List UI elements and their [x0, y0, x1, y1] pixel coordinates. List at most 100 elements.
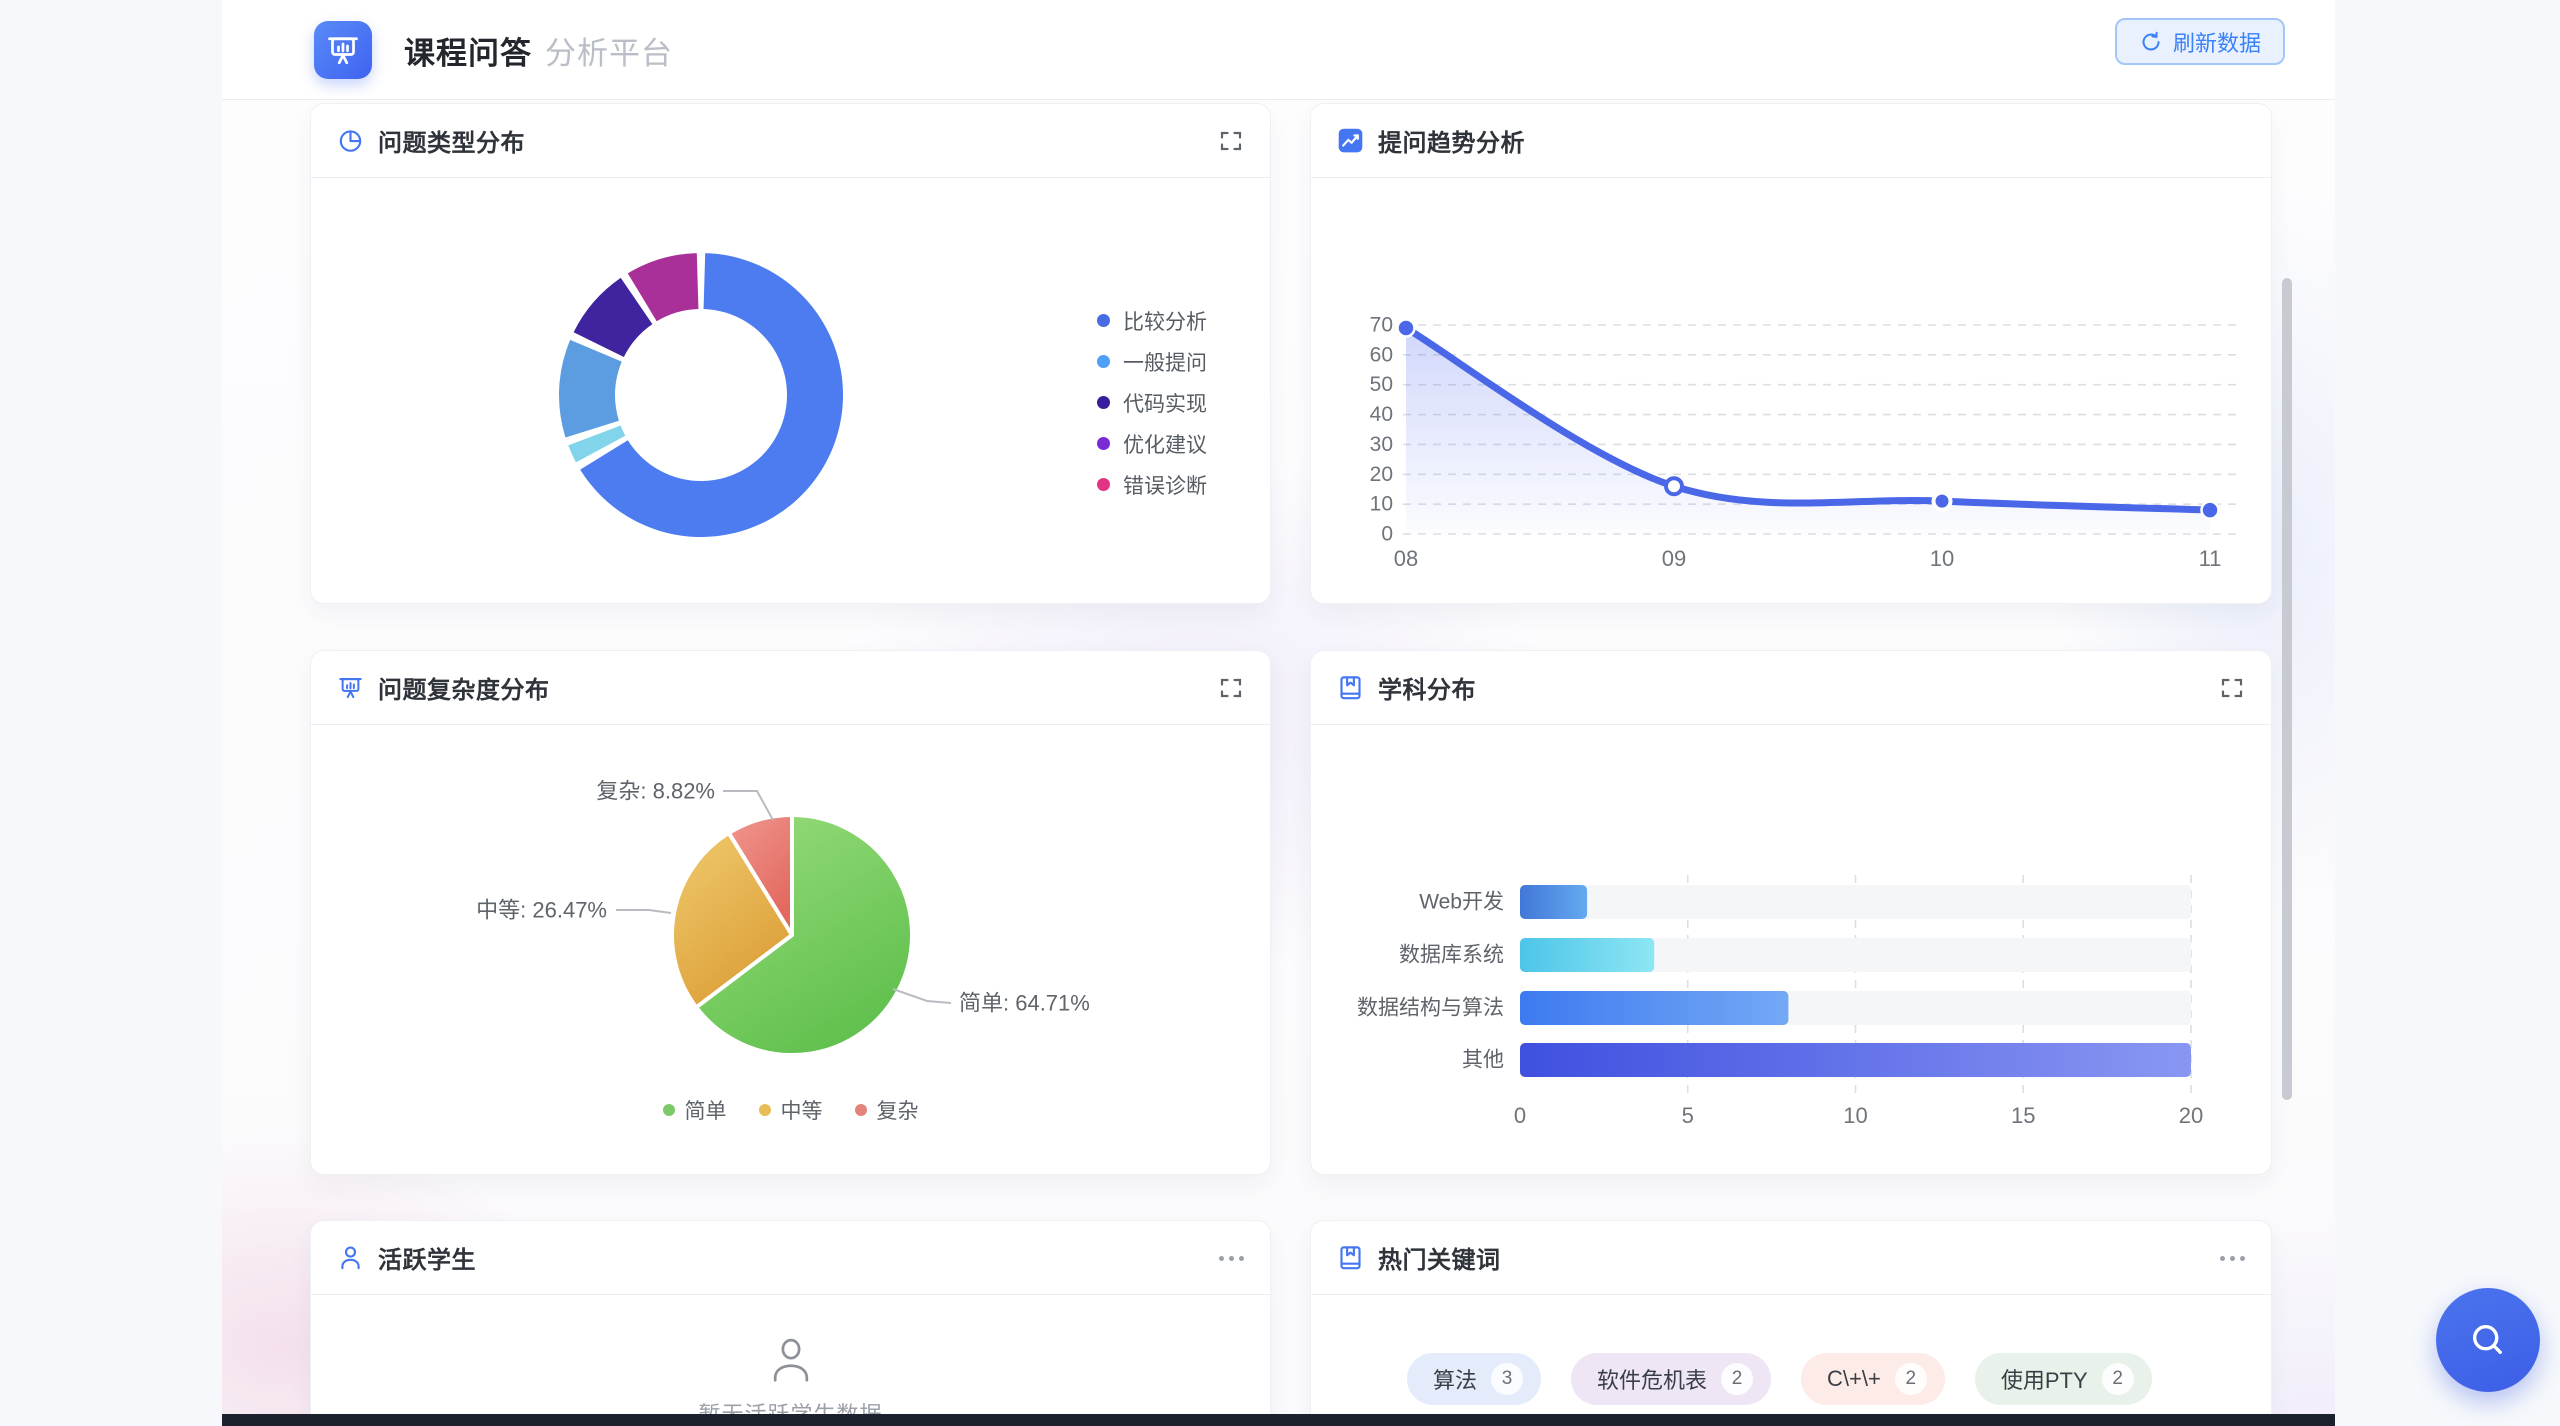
keyword-tag-2[interactable]: C\+\+2 [1801, 1353, 1945, 1405]
keyword-tag-3[interactable]: 使用PTY2 [1975, 1353, 2152, 1405]
bar-数据结构与算法[interactable] [1520, 991, 1788, 1025]
search-icon [2465, 1317, 2511, 1363]
bar-Web开发[interactable] [1520, 885, 1587, 919]
donut-legend: 比较分析一般提问代码实现优化建议错误诊断 [1097, 300, 1207, 505]
card-hot-keywords-header: 热门关键词 [1311, 1221, 2271, 1295]
svg-text:08: 08 [1394, 546, 1418, 571]
floating-search-button[interactable] [2436, 1288, 2540, 1392]
legend-label: 错误诊断 [1123, 470, 1207, 500]
keyword-text: 使用PTY [2001, 1363, 2088, 1395]
pie-label-复杂: 复杂: 8.82% [596, 779, 715, 804]
fullscreen-icon [2219, 675, 2245, 701]
keywords-body: 算法 3 软件危机表2 C\+\+2 使用PTY2 [1311, 1295, 2271, 1426]
app-root: 课程问答 分析平台 刷新数据 问题类型分布 [0, 0, 2560, 1426]
keyword-text: 软件危机表 [1597, 1363, 1707, 1395]
book-icon [1337, 1244, 1364, 1271]
svg-text:其他: 其他 [1462, 1049, 1504, 1072]
keyword-tag-1[interactable]: 软件危机表2 [1571, 1353, 1771, 1405]
svg-text:5: 5 [1682, 1103, 1694, 1128]
card-title: 问题复杂度分布 [378, 670, 550, 705]
more-dots-icon [2220, 1256, 2245, 1261]
more-button[interactable] [1219, 1221, 1244, 1295]
card-active-students: 活跃学生 暂无活跃学生数据 [310, 1220, 1271, 1426]
legend-item-1[interactable]: 一般提问 [1097, 341, 1207, 382]
svg-text:50: 50 [1370, 373, 1393, 396]
pie-legend-item-2[interactable]: 复杂 [855, 1095, 919, 1125]
card-hot-keywords: 热门关键词 算法 3 软件危机表2 C\+\+2 使用PTY2 [1310, 1220, 2272, 1426]
more-button[interactable] [2220, 1221, 2245, 1295]
bottom-bar [222, 1414, 2335, 1426]
legend-item-4[interactable]: 错误诊断 [1097, 464, 1207, 505]
fullscreen-button[interactable] [1218, 651, 1244, 725]
svg-text:70: 70 [1370, 314, 1393, 337]
fullscreen-button[interactable] [1218, 104, 1244, 178]
pie-label-中等: 中等: 26.47% [476, 898, 607, 923]
legend-dot [1097, 396, 1110, 409]
data-point-1[interactable] [1666, 478, 1682, 494]
card-question-trend-header: 提问趋势分析 [1311, 104, 2271, 178]
card-question-complexity: 问题复杂度分布 简单: 64.71%中等: 26.47%复杂: 8.82% 简单… [310, 650, 1271, 1175]
card-title: 热门关键词 [1378, 1240, 1501, 1275]
bar-其他[interactable] [1520, 1043, 2191, 1077]
legend-label: 中等 [781, 1095, 823, 1125]
app-subtitle: 分析平台 [545, 28, 673, 73]
card-question-types: 问题类型分布 比较分析一般提问代码实现优化建议错误诊断 [310, 103, 1271, 604]
legend-label: 比较分析 [1123, 306, 1207, 336]
pie-legend: 简单 中等 复杂 [311, 1095, 1270, 1125]
bar-数据库系统[interactable] [1520, 938, 1654, 972]
scrollbar-thumb[interactable] [2282, 278, 2292, 1100]
card-active-students-header: 活跃学生 [311, 1221, 1270, 1295]
legend-label: 简单 [685, 1095, 727, 1125]
app-logo [314, 21, 372, 79]
svg-text:数据库系统: 数据库系统 [1399, 944, 1504, 967]
card-subject-distribution-header: 学科分布 [1311, 651, 2271, 725]
more-dots-icon [1219, 1256, 1244, 1261]
svg-text:10: 10 [1370, 493, 1393, 516]
svg-text:20: 20 [1370, 463, 1393, 486]
keyword-text: 算法 [1433, 1363, 1477, 1395]
card-subject-distribution: 学科分布 05101520Web开发数据库系统数据结构与算法其他 [1310, 650, 2272, 1175]
refresh-button[interactable]: 刷新数据 [2115, 18, 2285, 65]
donut-segment-2[interactable] [559, 340, 622, 438]
legend-dot [1097, 478, 1110, 491]
fullscreen-button[interactable] [2219, 651, 2245, 725]
data-point-3[interactable] [2202, 502, 2219, 519]
pie-legend-item-0[interactable]: 简单 [663, 1095, 727, 1125]
legend-dot [1097, 355, 1110, 368]
fullscreen-icon [1218, 128, 1244, 154]
legend-dot [663, 1104, 675, 1116]
pie-chart-area: 简单: 64.71%中等: 26.47%复杂: 8.82% 简单中等复杂 [311, 725, 1270, 1176]
active-students-body: 暂无活跃学生数据 [311, 1295, 1270, 1426]
pie-legend-item-1[interactable]: 中等 [759, 1095, 823, 1125]
card-title: 活跃学生 [378, 1240, 476, 1275]
app-title: 课程问答 [404, 28, 532, 73]
pie-chart-icon [337, 127, 364, 154]
svg-text:0: 0 [1381, 523, 1393, 546]
svg-text:11: 11 [2199, 546, 2222, 571]
svg-text:10: 10 [1843, 1103, 1867, 1128]
legend-dot [855, 1104, 867, 1116]
person-icon [337, 1244, 364, 1271]
legend-label: 优化建议 [1123, 429, 1207, 459]
keyword-text: C\+\+ [1827, 1366, 1881, 1392]
keyword-tag-0[interactable]: 算法 3 [1407, 1353, 1541, 1405]
refresh-label: 刷新数据 [2173, 26, 2261, 58]
keyword-count-badge: 3 [1491, 1363, 1523, 1395]
svg-text:15: 15 [2011, 1103, 2035, 1128]
legend-item-2[interactable]: 代码实现 [1097, 382, 1207, 423]
svg-text:30: 30 [1370, 433, 1393, 456]
legend-item-0[interactable]: 比较分析 [1097, 300, 1207, 341]
svg-text:09: 09 [1662, 546, 1686, 571]
fullscreen-icon [1218, 675, 1244, 701]
svg-text:40: 40 [1370, 403, 1393, 426]
line-chart: 01020304050607008091011 [1311, 178, 2273, 605]
legend-dot [1097, 437, 1110, 450]
legend-label: 复杂 [877, 1095, 919, 1125]
legend-item-3[interactable]: 优化建议 [1097, 423, 1207, 464]
trend-chart-icon [1337, 127, 1364, 154]
legend-dot [759, 1104, 771, 1116]
card-question-complexity-header: 问题复杂度分布 [311, 651, 1270, 725]
card-title: 问题类型分布 [378, 123, 525, 158]
data-point-2[interactable] [1934, 493, 1951, 510]
data-point-0[interactable] [1398, 319, 1415, 336]
